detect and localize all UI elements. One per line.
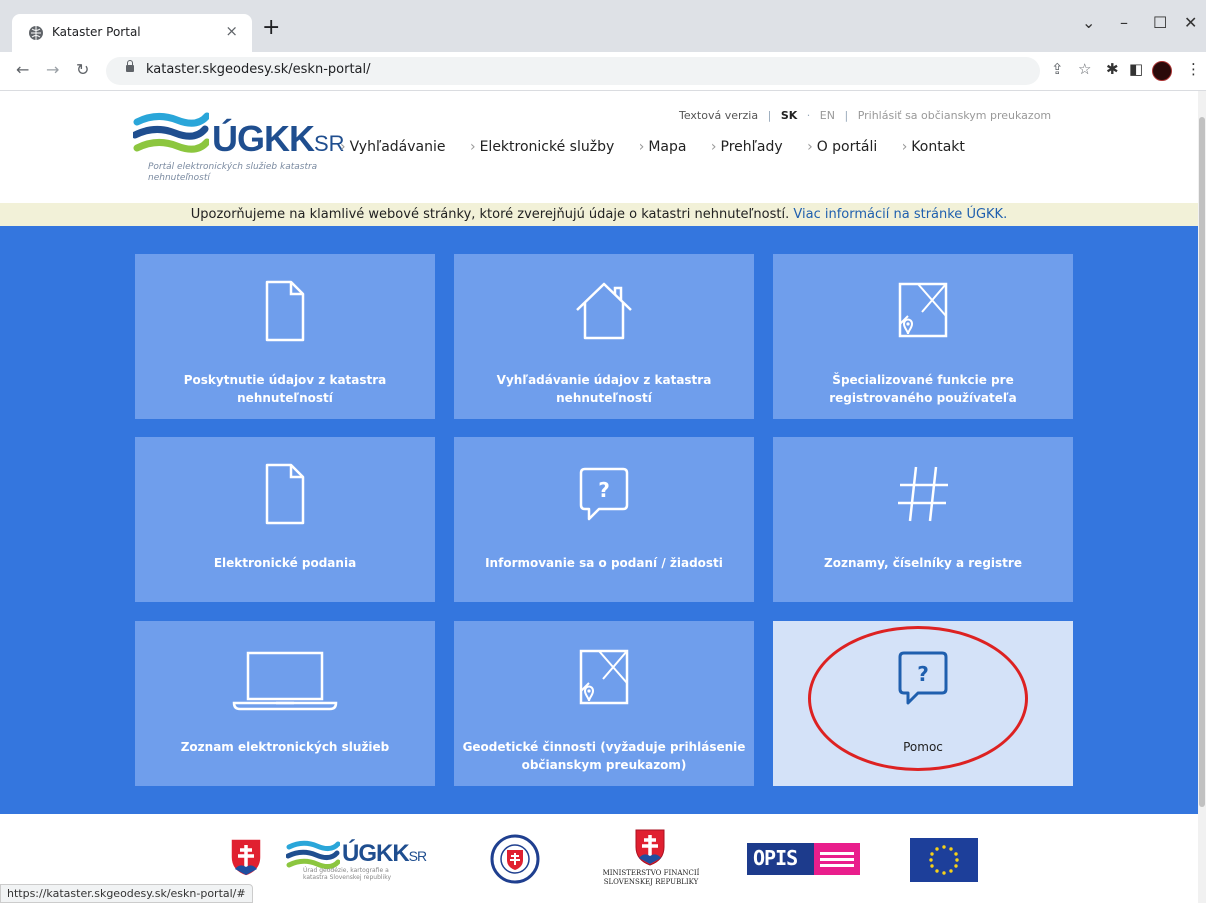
browser-tab[interactable]: Kataster Portal × bbox=[12, 14, 252, 52]
tile-label: Zoznamy, číselníky a registre bbox=[824, 556, 1022, 570]
slovak-coat-of-arms-icon[interactable] bbox=[229, 837, 263, 877]
nav-item-elektronicke-sluzby[interactable]: › Elektronické služby bbox=[470, 139, 614, 155]
svg-text:?: ? bbox=[598, 478, 610, 502]
main-nav: › Vyhľadávanie › Elektronické služby › Mapa… bbox=[340, 139, 985, 155]
forward-arrow-icon[interactable]: → bbox=[46, 60, 59, 79]
extensions-puzzle-icon[interactable]: ✱ bbox=[1106, 60, 1119, 78]
notice-text: Upozorňujeme na klamlivé webové stránky,… bbox=[190, 207, 790, 222]
tab-title: Kataster Portal bbox=[52, 25, 141, 39]
hashtag-icon bbox=[898, 466, 948, 522]
text-version-link[interactable]: Textová verzia bbox=[679, 109, 758, 122]
page-scrollbar[interactable] bbox=[1198, 91, 1206, 903]
new-tab-button[interactable]: + bbox=[262, 15, 280, 40]
profile-avatar-icon[interactable] bbox=[1152, 61, 1172, 81]
tile-informovanie-o-podani[interactable]: ? Informovanie sa o podaní / žiadosti bbox=[454, 437, 754, 602]
map-pin-icon bbox=[579, 649, 629, 705]
tile-elektronicke-podania[interactable]: Elektronické podania bbox=[135, 437, 435, 602]
tile-label: Špecializované funkcie pre registrovanéh… bbox=[829, 373, 1017, 405]
ugkk-logo-waves-icon[interactable] bbox=[133, 108, 209, 160]
map-pin-icon bbox=[898, 282, 948, 338]
tab-close-icon[interactable]: × bbox=[225, 22, 238, 40]
footer-ugkk-caption: Úrad geodézie, kartografie a katastra Sl… bbox=[303, 867, 392, 881]
side-panel-icon[interactable]: ◧ bbox=[1129, 60, 1143, 78]
tile-zoznamy-ciselniky[interactable]: Zoznamy, číselníky a registre bbox=[773, 437, 1073, 602]
document-icon bbox=[265, 463, 305, 525]
government-office-seal-icon[interactable] bbox=[490, 834, 540, 884]
eu-flag-icon[interactable] bbox=[910, 838, 978, 882]
house-icon bbox=[576, 282, 632, 340]
back-arrow-icon[interactable]: ← bbox=[16, 60, 29, 79]
reload-icon[interactable]: ↻ bbox=[76, 60, 89, 79]
top-links: Textová verzia | SK · EN | Prihlásiť sa … bbox=[679, 109, 1052, 122]
ministry-coat-of-arms-icon[interactable] bbox=[634, 828, 666, 866]
opis-logo[interactable]: OPIS bbox=[747, 843, 814, 875]
tile-zoznam-elektronickych-sluzieb[interactable]: Zoznam elektronických služieb bbox=[135, 621, 435, 786]
ugkk-logo[interactable]: ÚGKKSR bbox=[212, 118, 345, 160]
tile-label: Geodetické činnosti (vyžaduje prihláseni… bbox=[462, 740, 746, 772]
nav-item-mapa[interactable]: › Mapa bbox=[639, 139, 687, 155]
nav-item-kontakt[interactable]: › Kontakt bbox=[902, 139, 965, 155]
share-icon[interactable]: ⇪ bbox=[1051, 60, 1064, 78]
bookmark-star-icon[interactable]: ☆ bbox=[1078, 60, 1091, 78]
nav-item-vyhladavanie[interactable]: › Vyhľadávanie bbox=[340, 139, 446, 155]
notice-link[interactable]: Viac informácií na stránke ÚGKK. bbox=[793, 207, 1007, 222]
maximize-icon[interactable]: ☐ bbox=[1153, 13, 1167, 32]
document-icon bbox=[265, 280, 305, 342]
browser-toolbar: ← → ↻ kataster.skgeodesy.sk/eskn-portal/… bbox=[0, 52, 1206, 91]
tile-label: Poskytnutie údajov z katastra nehnuteľno… bbox=[183, 373, 387, 405]
tile-label: Elektronické podania bbox=[213, 556, 357, 570]
lang-sk-link[interactable]: SK bbox=[781, 109, 797, 122]
nav-item-o-portali[interactable]: › O portáli bbox=[807, 139, 877, 155]
help-bubble-icon: ? bbox=[579, 467, 629, 521]
globe-icon bbox=[29, 26, 43, 40]
footer-ugkk-text: ÚGKKSR bbox=[342, 840, 427, 867]
laptop-icon bbox=[232, 651, 338, 711]
scrollbar-thumb[interactable] bbox=[1199, 117, 1205, 807]
logo-tagline: Portál elektronických služieb katastra n… bbox=[148, 162, 318, 183]
status-bar-url: https://kataster.skgeodesy.sk/eskn-porta… bbox=[0, 884, 253, 903]
minimize-icon[interactable]: – bbox=[1120, 13, 1128, 32]
warning-notice: Upozorňujeme na klamlivé webové stránky,… bbox=[0, 203, 1198, 226]
lock-icon bbox=[126, 60, 134, 72]
tile-label: Vyhľadávanie údajov z katastra nehnuteľn… bbox=[496, 373, 712, 405]
ministry-caption: MINISTERSTVO FINANCIÍ SLOVENSKEJ REPUBLI… bbox=[602, 869, 700, 886]
login-link[interactable]: Prihlásiť sa občianskym preukazom bbox=[858, 109, 1051, 122]
tab-search-chevron-icon[interactable]: ⌄ bbox=[1082, 13, 1095, 32]
lang-en-link[interactable]: EN bbox=[820, 109, 835, 122]
url-text: kataster.skgeodesy.sk/eskn-portal/ bbox=[146, 62, 371, 77]
tile-geodeticke-cinnosti[interactable]: Geodetické činnosti (vyžaduje prihláseni… bbox=[454, 621, 754, 786]
tile-label: Informovanie sa o podaní / žiadosti bbox=[485, 556, 723, 570]
close-window-icon[interactable]: ✕ bbox=[1184, 13, 1197, 32]
menu-dots-icon[interactable]: ⋮ bbox=[1186, 60, 1201, 78]
red-annotation-circle bbox=[808, 626, 1028, 771]
browser-tab-strip: Kataster Portal × + ⌄ – ☐ ✕ bbox=[0, 0, 1206, 52]
address-bar[interactable]: kataster.skgeodesy.sk/eskn-portal/ bbox=[106, 57, 1040, 85]
nav-item-prehlady[interactable]: › Prehľady bbox=[711, 139, 783, 155]
tile-poskytnutie-udajov[interactable]: Poskytnutie údajov z katastra nehnuteľno… bbox=[135, 254, 435, 419]
opis-stripes-icon bbox=[814, 843, 860, 875]
tile-specializovane-funkcie[interactable]: Špecializované funkcie pre registrovanéh… bbox=[773, 254, 1073, 419]
tile-vyhladavanie-udajov[interactable]: Vyhľadávanie údajov z katastra nehnuteľn… bbox=[454, 254, 754, 419]
tile-label: Zoznam elektronických služieb bbox=[180, 740, 390, 754]
